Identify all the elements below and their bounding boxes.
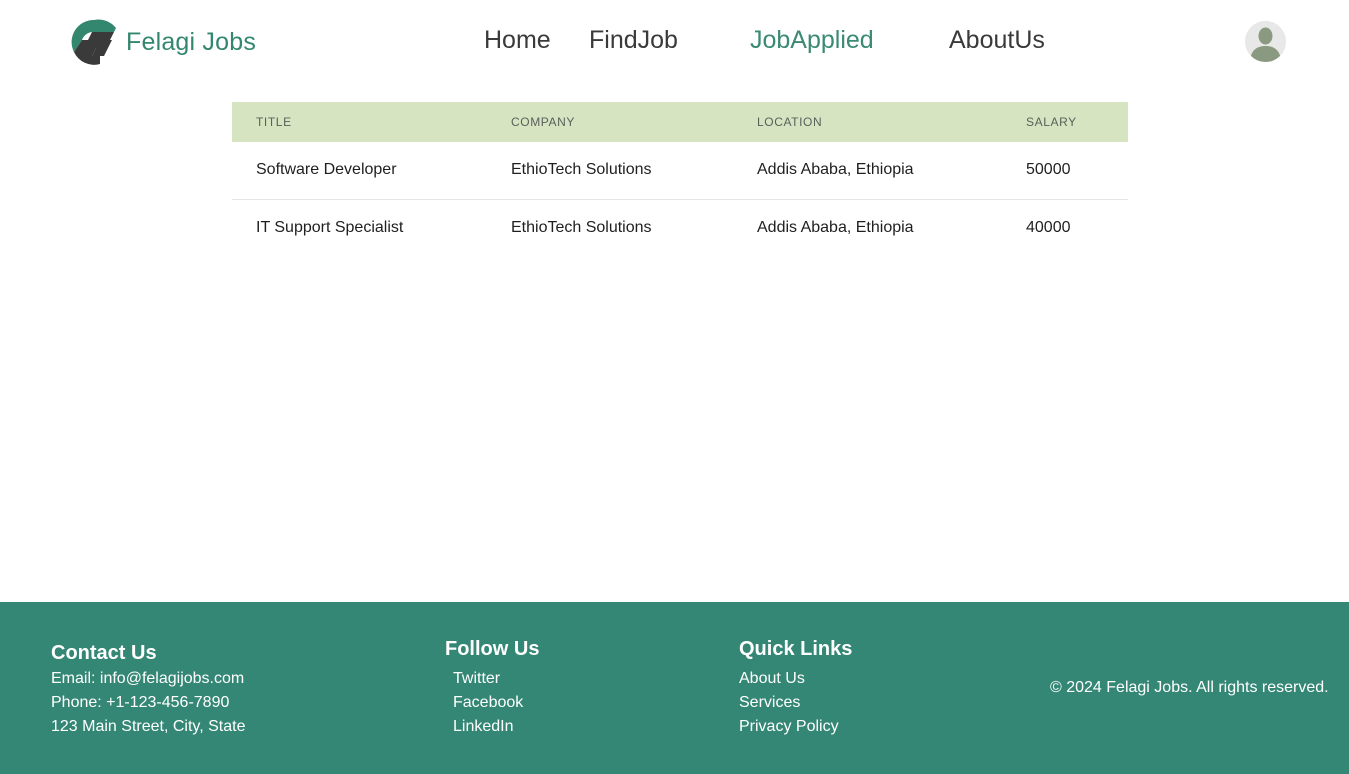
- applied-jobs-table: TITLE COMPANY LOCATION SALARY Software D…: [232, 102, 1128, 256]
- cell-salary: 40000: [1002, 198, 1128, 256]
- linkedin-link[interactable]: LinkedIn: [453, 715, 539, 739]
- column-header-company: COMPANY: [511, 115, 575, 129]
- profile-avatar[interactable]: [1245, 21, 1286, 62]
- cell-location: Addis Ababa, Ethiopia: [733, 198, 1002, 256]
- services-link[interactable]: Services: [739, 691, 852, 715]
- nav-aboutus[interactable]: AboutUs: [949, 26, 1045, 55]
- cell-company: EthioTech Solutions: [487, 198, 733, 256]
- privacy-policy-link[interactable]: Privacy Policy: [739, 715, 852, 739]
- facebook-link[interactable]: Facebook: [453, 691, 539, 715]
- cell-salary: 50000: [1026, 161, 1071, 179]
- contact-heading: Contact Us: [51, 642, 157, 664]
- cell-company: EthioTech Solutions: [511, 161, 652, 179]
- about-us-link[interactable]: About Us: [739, 667, 852, 691]
- table-row[interactable]: Software Developer EthioTech Solutions A…: [232, 142, 1128, 199]
- follow-heading: Follow Us: [445, 638, 540, 660]
- site-footer: Contact Us Email: info@felagijobs.com Ph…: [0, 602, 1349, 774]
- nav-findjob[interactable]: FindJob: [589, 26, 678, 55]
- cell-location: Addis Ababa, Ethiopia: [757, 161, 914, 179]
- brand-name: Felagi Jobs: [126, 27, 257, 56]
- site-header: Felagi Jobs Home FindJob JobApplied Abou…: [0, 0, 1349, 86]
- column-header-salary: SALARY: [1026, 115, 1077, 129]
- table-row[interactable]: IT Support Specialist EthioTech Solution…: [232, 198, 1128, 256]
- nav-jobapplied[interactable]: JobApplied: [750, 26, 874, 55]
- footer-follow: Follow Us Twitter Facebook LinkedIn: [445, 638, 539, 739]
- cell-title: IT Support Specialist: [232, 198, 487, 256]
- footer-contact: Contact Us Email: info@felagijobs.com Ph…: [51, 642, 245, 739]
- brand[interactable]: Felagi Jobs: [70, 18, 256, 66]
- contact-phone: Phone: +1-123-456-7890: [51, 694, 230, 711]
- table-header-row: TITLE COMPANY LOCATION SALARY: [232, 102, 1128, 142]
- footer-quick-links: Quick Links About Us Services Privacy Po…: [739, 638, 852, 739]
- user-silhouette-icon: [1245, 21, 1286, 62]
- nav-home[interactable]: Home: [484, 26, 551, 55]
- copyright-text: © 2024 Felagi Jobs. All rights reserved.: [1050, 679, 1329, 696]
- cell-title: Software Developer: [256, 161, 397, 179]
- quick-links-heading: Quick Links: [739, 638, 853, 660]
- felagi-logo-icon: [71, 19, 116, 65]
- contact-email: Email: info@felagijobs.com: [51, 670, 245, 687]
- column-header-location: LOCATION: [757, 115, 823, 129]
- twitter-link[interactable]: Twitter: [453, 667, 539, 691]
- column-header-title: TITLE: [256, 115, 292, 129]
- contact-address: 123 Main Street, City, State: [51, 718, 246, 735]
